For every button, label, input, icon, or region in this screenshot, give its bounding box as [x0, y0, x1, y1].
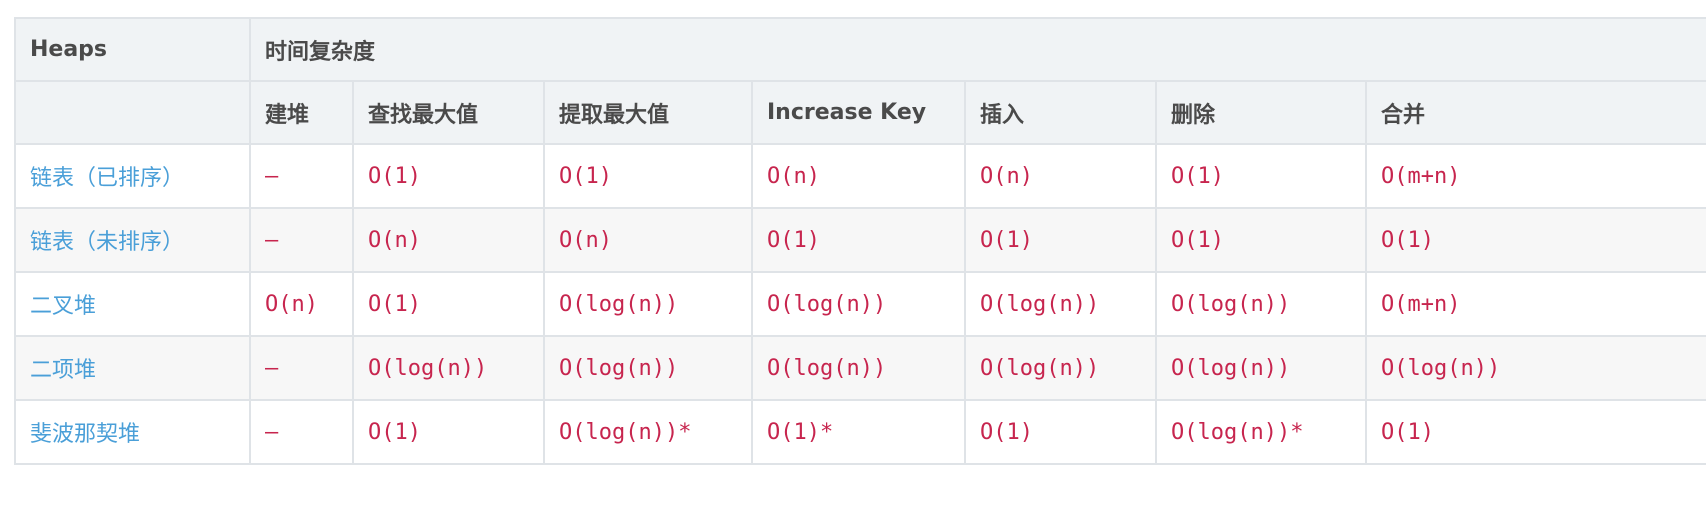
table-cell: O(1)	[352, 271, 545, 337]
header-col-find-max: 查找最大值	[352, 80, 545, 145]
table-row: 二叉堆 O(n) O(1) O(log(n)) O(log(n)) O(log(…	[14, 271, 1706, 337]
cell-value: O(1)	[1381, 419, 1434, 445]
cell-value: O(n)	[559, 227, 612, 253]
table-row: 链表（已排序） – O(1) O(1) O(n) O(n) O(1) O(m+n…	[14, 143, 1706, 209]
cell-value: O(1)	[368, 419, 421, 445]
table-cell: O(1)	[352, 143, 545, 209]
table-cell: O(log(n))	[1364, 335, 1706, 401]
cell-value: O(log(n))	[368, 355, 488, 381]
table-cell: O(n)	[543, 207, 753, 273]
cell-value: O(1)	[368, 291, 421, 317]
table-cell: O(m+n)	[1364, 143, 1706, 209]
cell-value: –	[265, 163, 279, 189]
row-link[interactable]: 二叉堆	[30, 294, 96, 319]
column-header-row: 建堆 查找最大值 提取最大值 Increase Key 插入 删除 合并	[14, 80, 1706, 145]
table-cell: O(log(n))	[1155, 271, 1367, 337]
heaps-complexity-table-container: Heaps 时间复杂度 建堆 查找最大值 提取最大值 Increase Key …	[14, 17, 1706, 465]
table-cell: O(1)	[1364, 399, 1706, 465]
cell-value: O(log(n))	[767, 291, 887, 317]
cell-value: O(1)	[980, 227, 1033, 253]
heaps-complexity-table: Heaps 时间复杂度 建堆 查找最大值 提取最大值 Increase Key …	[14, 17, 1706, 465]
group-header-row: Heaps 时间复杂度	[14, 17, 1706, 82]
header-col-0	[14, 80, 251, 145]
table-cell: O(log(n))	[543, 271, 753, 337]
cell-value: O(1)	[767, 227, 820, 253]
row-name-cell: 二项堆	[14, 335, 251, 401]
cell-value: O(1)	[1381, 227, 1434, 253]
cell-value: O(log(n))*	[1171, 419, 1304, 445]
cell-value: O(log(n))	[559, 355, 679, 381]
cell-value: –	[265, 227, 279, 253]
table-row: 链表（未排序） – O(n) O(n) O(1) O(1) O(1) O(1)	[14, 207, 1706, 273]
table-cell: O(log(n))	[543, 335, 753, 401]
cell-value: O(m+n)	[1381, 163, 1461, 189]
cell-value: O(log(n))	[1171, 291, 1291, 317]
table-cell: O(log(n))	[964, 271, 1157, 337]
table-cell: O(1)	[751, 207, 966, 273]
table-cell: O(n)	[964, 143, 1157, 209]
header-col-merge: 合并	[1364, 80, 1706, 145]
cell-value: O(log(n))	[980, 355, 1100, 381]
row-link[interactable]: 链表（已排序）	[30, 166, 184, 191]
header-heaps: Heaps	[14, 17, 251, 82]
table-cell: O(1)*	[751, 399, 966, 465]
table-cell: O(log(n))*	[1155, 399, 1367, 465]
table-cell: O(log(n))	[751, 271, 966, 337]
header-col-delete: 删除	[1155, 80, 1367, 145]
header-col-increase-key: Increase Key	[751, 80, 966, 145]
cell-value: O(log(n))*	[559, 419, 692, 445]
table-row: 二项堆 – O(log(n)) O(log(n)) O(log(n)) O(lo…	[14, 335, 1706, 401]
cell-value: –	[265, 419, 279, 445]
table-cell: –	[249, 207, 354, 273]
cell-value: O(log(n))	[767, 355, 887, 381]
header-time-complexity: 时间复杂度	[248, 17, 1706, 82]
cell-value: O(1)	[1171, 227, 1224, 253]
cell-value: O(1)	[368, 163, 421, 189]
table-cell: O(1)	[1155, 207, 1367, 273]
table-cell: O(log(n))	[1155, 335, 1367, 401]
table-cell: O(1)	[964, 207, 1157, 273]
header-col-extract-max: 提取最大值	[543, 80, 753, 145]
cell-value: O(log(n))	[1381, 355, 1501, 381]
table-cell: O(1)	[352, 399, 545, 465]
table-cell: –	[249, 143, 354, 209]
row-link[interactable]: 二项堆	[30, 358, 96, 383]
table-cell: O(log(n))	[964, 335, 1157, 401]
cell-value: O(1)	[559, 163, 612, 189]
cell-value: O(n)	[767, 163, 820, 189]
row-link[interactable]: 斐波那契堆	[30, 422, 140, 447]
cell-value: O(n)	[368, 227, 421, 253]
row-name-cell: 斐波那契堆	[14, 399, 251, 465]
table-cell: O(n)	[249, 271, 354, 337]
table-cell: O(log(n))	[751, 335, 966, 401]
table-cell: O(1)	[964, 399, 1157, 465]
row-link[interactable]: 链表（未排序）	[30, 230, 184, 255]
table-cell: –	[249, 335, 354, 401]
table-cell: O(1)	[1155, 143, 1367, 209]
table-row: 斐波那契堆 – O(1) O(log(n))* O(1)* O(1) O(log…	[14, 399, 1706, 465]
cell-value: O(n)	[980, 163, 1033, 189]
table-cell: –	[249, 399, 354, 465]
table-cell: O(n)	[352, 207, 545, 273]
cell-value: O(1)	[980, 419, 1033, 445]
cell-value: O(log(n))	[559, 291, 679, 317]
cell-value: O(1)*	[767, 419, 834, 445]
cell-value: O(1)	[1171, 163, 1224, 189]
row-name-cell: 链表（未排序）	[14, 207, 251, 273]
table-cell: O(n)	[751, 143, 966, 209]
table-cell: O(1)	[1364, 207, 1706, 273]
cell-value: O(log(n))	[1171, 355, 1291, 381]
table-cell: O(log(n))	[352, 335, 545, 401]
cell-value: –	[265, 355, 279, 381]
table-cell: O(log(n))*	[543, 399, 753, 465]
cell-value: O(log(n))	[980, 291, 1100, 317]
table-cell: O(1)	[543, 143, 753, 209]
table-cell: O(m+n)	[1364, 271, 1706, 337]
cell-value: O(m+n)	[1381, 291, 1461, 317]
header-col-build-heap: 建堆	[249, 80, 354, 145]
row-name-cell: 链表（已排序）	[14, 143, 251, 209]
cell-value: O(n)	[265, 291, 318, 317]
row-name-cell: 二叉堆	[14, 271, 251, 337]
header-col-insert: 插入	[964, 80, 1157, 145]
